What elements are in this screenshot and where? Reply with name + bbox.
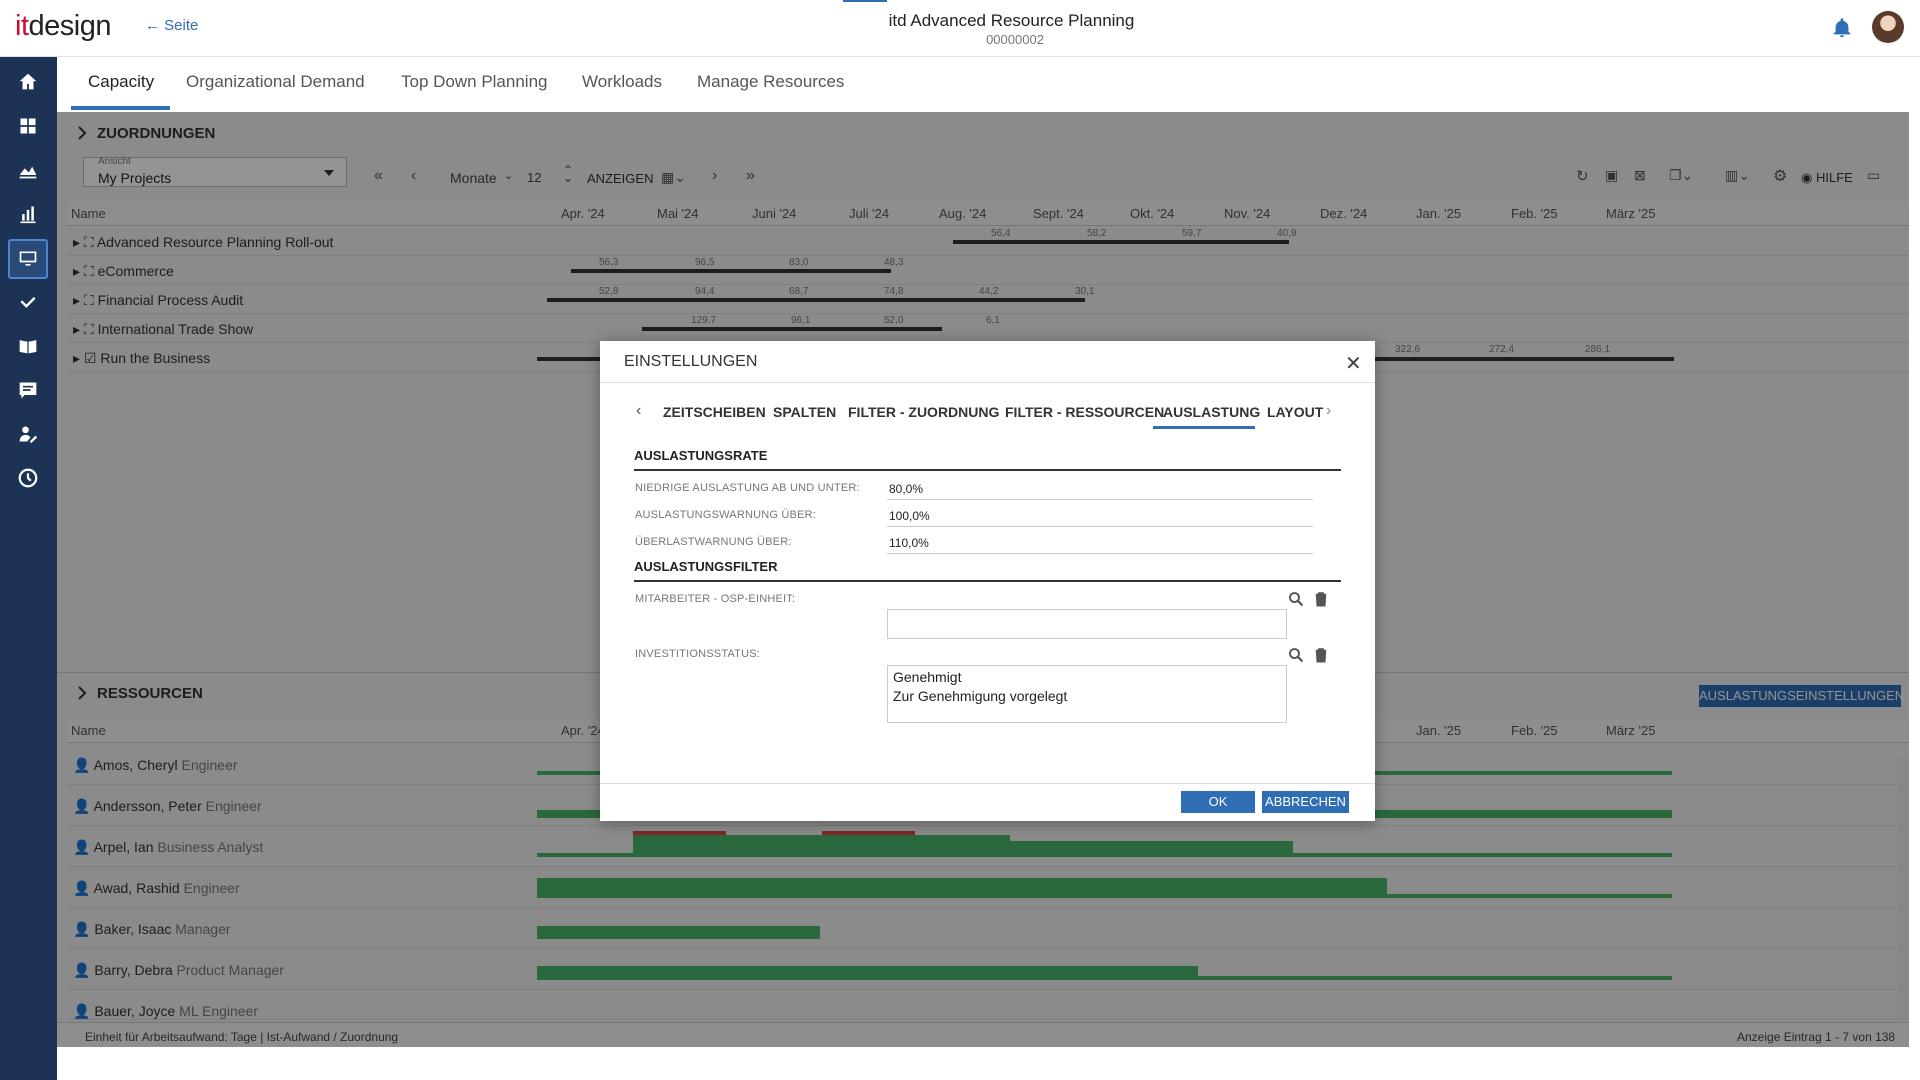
- search-icon[interactable]: [1287, 590, 1305, 608]
- tab-next-icon[interactable]: ›: [1326, 402, 1331, 420]
- footer-divider: [600, 783, 1375, 784]
- top-bar: itdesign ← Seite itd Advanced Resource P…: [0, 0, 1920, 57]
- list-icon[interactable]: [14, 376, 42, 404]
- top-accent: [843, 0, 887, 2]
- clock-icon[interactable]: [14, 464, 42, 492]
- home-icon[interactable]: [14, 68, 42, 96]
- status-option[interactable]: Zur Genehmigung vorgelegt: [888, 685, 1286, 704]
- main-tabs: Capacity Organizational Demand Top Down …: [57, 57, 1920, 112]
- investment-status-list[interactable]: Genehmigt Zur Genehmigung vorgelegt: [887, 665, 1287, 723]
- overload-value[interactable]: 110,0%: [889, 536, 929, 550]
- chart-area-icon[interactable]: [14, 156, 42, 184]
- investment-status-label: INVESTITIONSSTATUS:: [635, 648, 761, 660]
- app-id: 00000002: [986, 32, 1044, 47]
- left-nav: [0, 57, 57, 1080]
- footer-strip: [57, 1047, 1920, 1080]
- bar-chart-icon[interactable]: [14, 200, 42, 228]
- tab-layout[interactable]: LAYOUT: [1267, 404, 1323, 420]
- tab-organizational-demand[interactable]: Organizational Demand: [186, 72, 365, 92]
- section-divider: [634, 580, 1341, 582]
- employee-unit-input[interactable]: [887, 609, 1287, 639]
- low-utilization-label: NIEDRIGE AUSLASTUNG AB UND UNTER:: [635, 482, 860, 494]
- field-underline: [887, 499, 1313, 500]
- close-icon[interactable]: ✕: [1345, 351, 1362, 376]
- trash-icon[interactable]: [1312, 646, 1330, 664]
- ok-button[interactable]: OK: [1181, 791, 1255, 813]
- tab-auslastung[interactable]: AUSLASTUNG: [1163, 404, 1260, 420]
- employee-unit-label: MITARBEITER - OSP-EINHEIT:: [635, 593, 796, 605]
- bell-icon[interactable]: [1831, 16, 1853, 40]
- low-utilization-value[interactable]: 80,0%: [889, 482, 923, 496]
- field-underline: [887, 526, 1313, 527]
- tab-filter-ressourcen[interactable]: FILTER - RESSOURCEN: [1005, 404, 1164, 420]
- settings-dialog: EINSTELLUNGEN ✕ ‹ ZEITSCHEIBEN SPALTEN F…: [600, 341, 1375, 821]
- tab-prev-icon[interactable]: ‹: [636, 402, 641, 420]
- tab-workloads[interactable]: Workloads: [582, 72, 662, 92]
- search-icon[interactable]: [1287, 646, 1305, 664]
- section-auslastungsrate: AUSLASTUNGSRATE: [634, 448, 768, 463]
- cancel-button[interactable]: ABBRECHEN: [1262, 791, 1349, 813]
- book-icon[interactable]: [14, 332, 42, 360]
- section-auslastungsfilter: AUSLASTUNGSFILTER: [634, 559, 778, 574]
- check-icon[interactable]: [14, 288, 42, 316]
- field-underline: [887, 553, 1313, 554]
- monitor-icon[interactable]: [8, 239, 48, 279]
- user-avatar[interactable]: [1872, 11, 1904, 43]
- warning-label: AUSLASTUNGSWARNUNG ÜBER:: [635, 509, 817, 521]
- dashboard-icon[interactable]: [14, 112, 42, 140]
- tab-zeitscheiben[interactable]: ZEITSCHEIBEN: [663, 404, 766, 420]
- tab-capacity[interactable]: Capacity: [88, 72, 154, 92]
- section-divider: [634, 469, 1341, 471]
- dialog-title: EINSTELLUNGEN: [624, 353, 758, 370]
- active-tab-indicator: [1153, 426, 1255, 429]
- tab-top-down-planning[interactable]: Top Down Planning: [401, 72, 547, 92]
- active-tab-indicator: [71, 106, 170, 110]
- tab-manage-resources[interactable]: Manage Resources: [697, 72, 844, 92]
- app-title: itd Advanced Resource Planning: [888, 11, 1135, 30]
- trash-icon[interactable]: [1312, 590, 1330, 608]
- warning-value[interactable]: 100,0%: [889, 509, 930, 523]
- overload-label: ÜBERLASTWARNUNG ÜBER:: [635, 536, 792, 548]
- tab-spalten[interactable]: SPALTEN: [773, 404, 836, 420]
- title-divider: [600, 382, 1375, 383]
- user-edit-icon[interactable]: [14, 420, 42, 448]
- status-option[interactable]: Genehmigt: [888, 666, 1286, 685]
- tab-filter-zuordnung[interactable]: FILTER - ZUORDNUNG: [848, 404, 999, 420]
